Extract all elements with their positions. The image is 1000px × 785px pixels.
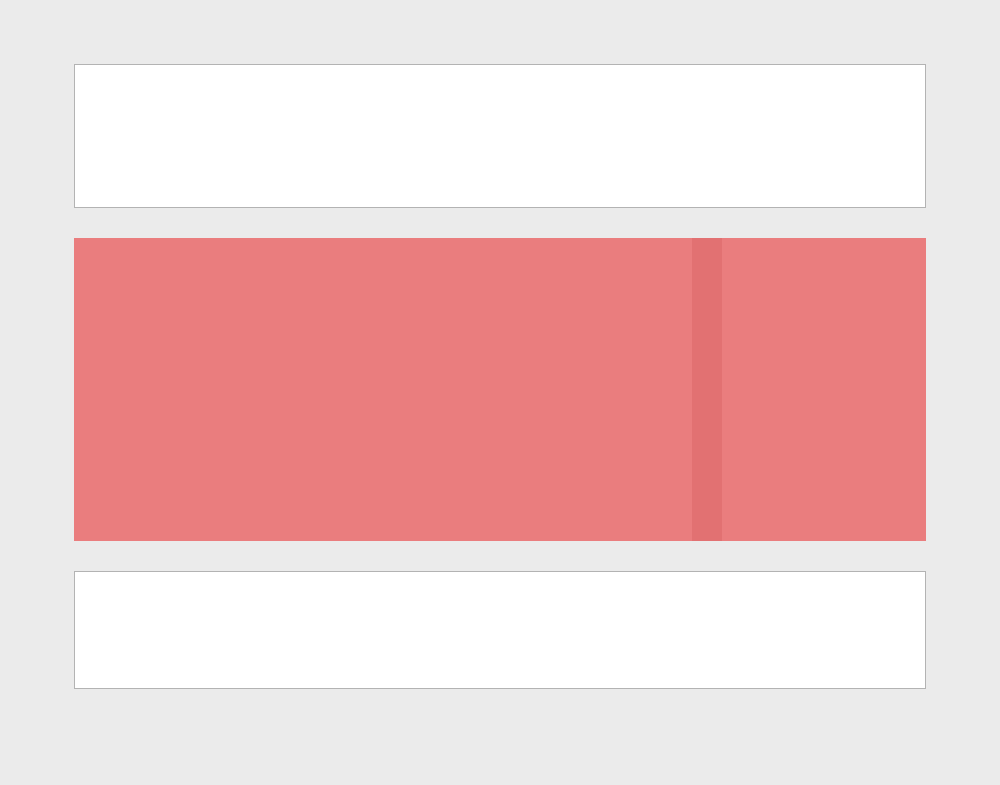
bottom-panel — [74, 571, 926, 689]
middle-panel — [74, 238, 926, 541]
accent-bar — [692, 238, 722, 541]
top-panel — [74, 64, 926, 208]
